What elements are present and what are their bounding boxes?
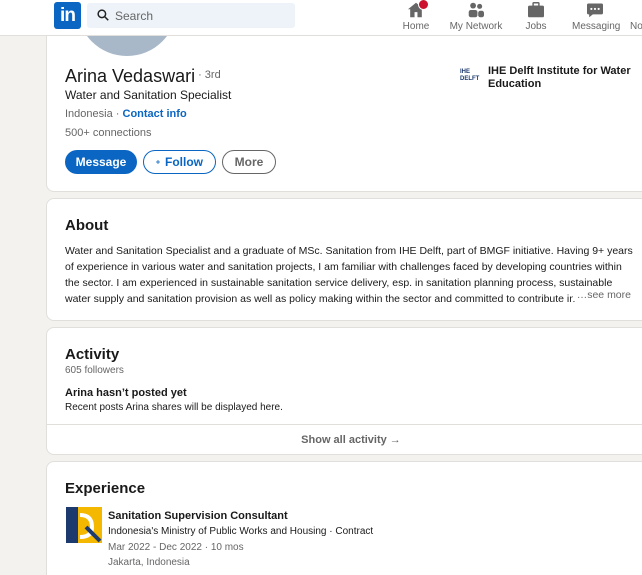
activity-title: Activity [65, 346, 120, 363]
about-card: About Water and Sanitation Specialist an… [46, 198, 642, 321]
nav-jobs[interactable]: Jobs [521, 0, 551, 36]
profile-name: Arina Vedaswari · 3rd [65, 66, 221, 87]
experience-dates: Mar 2022 - Dec 2022 · 10 mos [108, 542, 244, 553]
show-all-activity-link[interactable]: Show all activity → [47, 425, 642, 456]
experience-role[interactable]: Sanitation Supervision Consultant [108, 510, 288, 522]
profile-avatar[interactable] [77, 36, 177, 56]
about-title: About [65, 217, 109, 234]
plus-icon [156, 160, 160, 164]
contact-info-link[interactable]: Contact info [123, 108, 187, 120]
location-text: Indonesia [65, 108, 113, 120]
network-icon [468, 2, 484, 18]
more-button[interactable]: More [222, 150, 276, 174]
connection-degree: · 3rd [198, 69, 221, 81]
nav-home[interactable]: Home [398, 0, 434, 36]
about-text: Water and Sanitation Specialist and a gr… [65, 245, 633, 305]
profile-intro-card: Arina Vedaswari · 3rd Water and Sanitatio… [46, 36, 642, 192]
profile-name-text: Arina Vedaswari [65, 66, 196, 86]
no-posts-title: Arina hasn’t posted yet [65, 387, 187, 399]
notification-badge [418, 0, 429, 10]
connections-count: 500+ connections [65, 127, 152, 139]
profile-location: Indonesia · Contact info [65, 108, 187, 120]
nav-label-notifications: No [630, 21, 642, 32]
experience-card: Experience Sanitation Supervision Consul… [46, 461, 642, 575]
message-button[interactable]: Message [65, 150, 137, 174]
see-more-link[interactable]: …see more [572, 289, 631, 301]
messaging-icon [587, 3, 603, 18]
search-icon [97, 9, 109, 21]
profile-headline: Water and Sanitation Specialist [65, 88, 232, 102]
top-nav: in Home My Network Jobs [0, 0, 642, 36]
linkedin-logo[interactable]: in [54, 2, 81, 29]
nav-label-home: Home [402, 21, 430, 32]
follow-label: Follow [165, 155, 203, 169]
education-name: IHE Delft Institute for Water Education [488, 65, 631, 90]
nav-notifications[interactable]: No [630, 0, 642, 36]
nav-label-network: My Network [449, 21, 503, 32]
experience-company: Indonesia's Ministry of Public Works and… [108, 526, 374, 537]
jobs-icon [528, 2, 544, 18]
follow-button[interactable]: Follow [143, 150, 216, 174]
no-posts-subtitle: Recent posts Arina shares will be displa… [65, 402, 283, 413]
nav-messaging[interactable]: Messaging [572, 0, 621, 36]
experience-location: Jakarta, Indonesia [108, 557, 190, 568]
ihe-delft-logo: IHE DELFT [460, 69, 480, 82]
nav-label-messaging: Messaging [572, 21, 621, 32]
followers-count: 605 followers [65, 365, 124, 376]
activity-card: Activity 605 followers Arina hasn’t post… [46, 327, 642, 455]
nav-my-network[interactable]: My Network [449, 0, 503, 36]
nav-label-jobs: Jobs [525, 21, 547, 32]
location-separator: · [112, 108, 123, 120]
ministry-logo[interactable] [66, 507, 102, 543]
search-box[interactable] [87, 3, 295, 28]
experience-title: Experience [65, 480, 146, 497]
search-input[interactable] [115, 3, 290, 28]
